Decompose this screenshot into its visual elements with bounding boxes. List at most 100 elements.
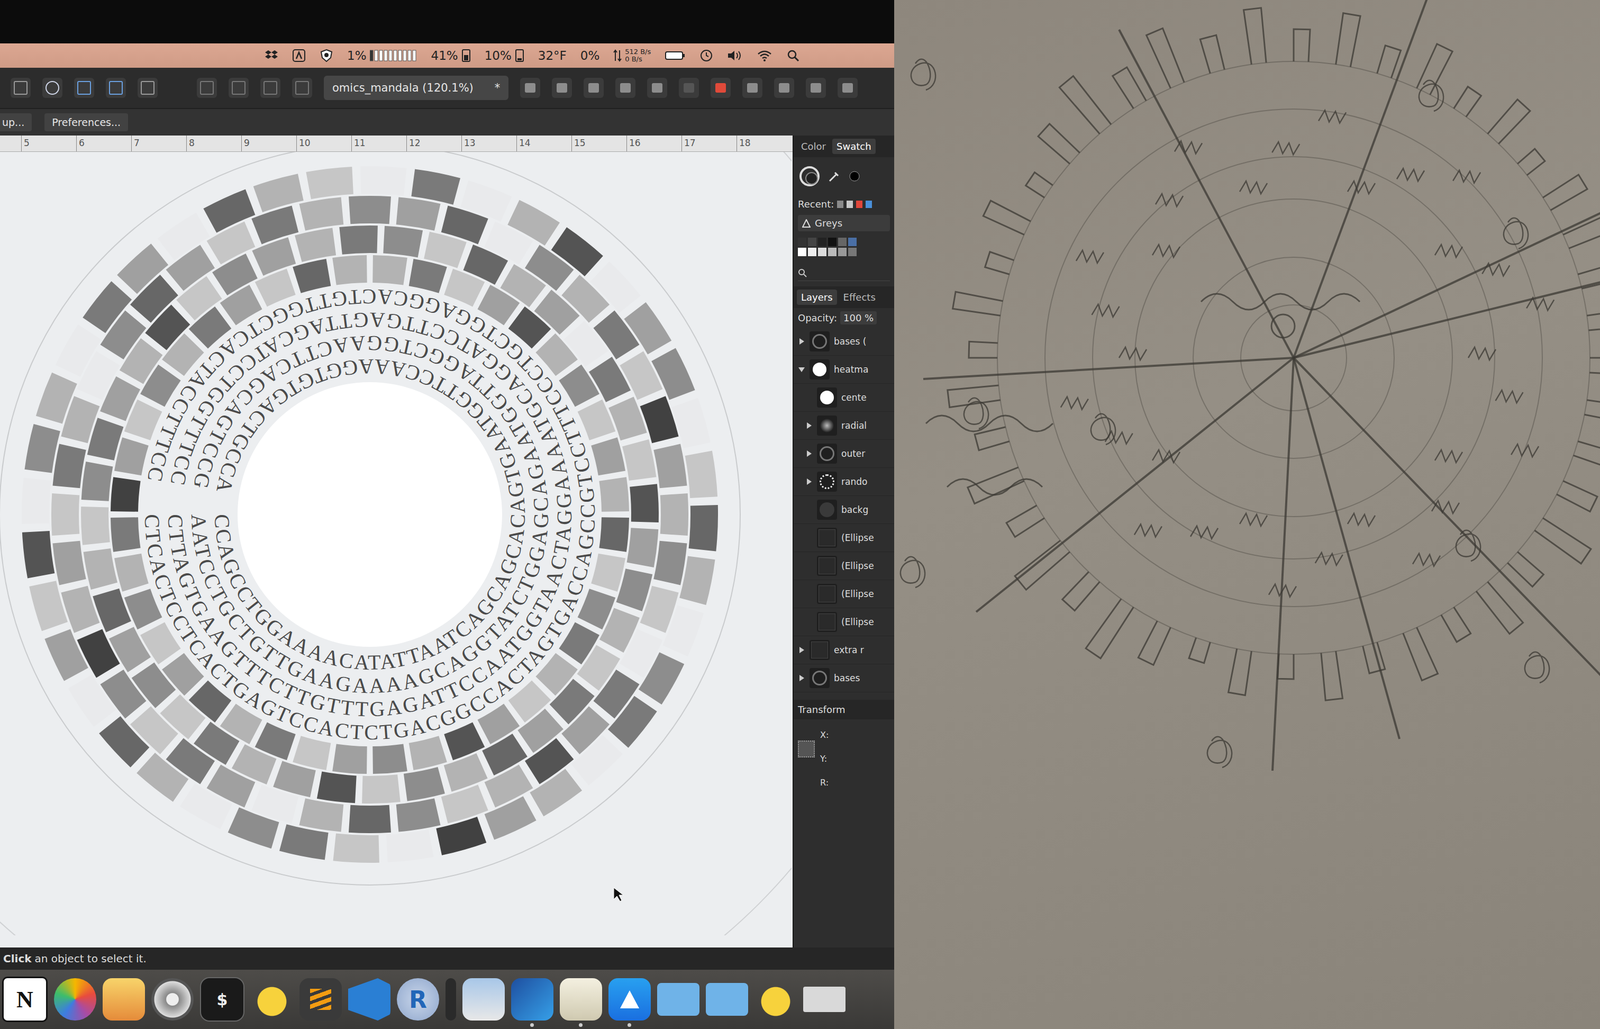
- expand-triangle-icon[interactable]: [799, 338, 805, 345]
- layer-row[interactable]: cente: [793, 383, 895, 412]
- layer-row[interactable]: bases: [793, 664, 895, 693]
- document-canvas[interactable]: CTCACTCCTCACTGAGTCCACTCTGACGGCCACTAGTGAC…: [0, 151, 793, 948]
- swatch[interactable]: [828, 247, 837, 257]
- swatch[interactable]: [838, 237, 847, 247]
- toolbar-tool-icon[interactable]: [678, 77, 699, 98]
- toolbar-tool-icon[interactable]: [260, 77, 281, 98]
- context-button[interactable]: up...: [0, 113, 32, 132]
- panel-tab[interactable]: Layers: [796, 289, 838, 305]
- layer-row[interactable]: heatma: [793, 355, 895, 384]
- swatch[interactable]: [797, 237, 807, 247]
- vscode-app-icon[interactable]: [348, 977, 391, 1021]
- swatch[interactable]: [828, 237, 837, 247]
- photos-app-icon[interactable]: [53, 977, 97, 1021]
- toolbar-tool-icon[interactable]: [10, 77, 31, 98]
- anchor-grid-icon[interactable]: [797, 740, 815, 758]
- opacity-value[interactable]: 100 %: [840, 311, 877, 325]
- preview-app-icon[interactable]: [462, 977, 505, 1021]
- toolbar-tool-icon[interactable]: [742, 77, 763, 98]
- toolbar-tool-icon[interactable]: [74, 77, 95, 98]
- toolbar-tool-icon[interactable]: [137, 77, 158, 98]
- layer-tabs: LayersEffects: [793, 286, 895, 308]
- recent-swatch[interactable]: [856, 200, 863, 208]
- toolbar-tool-icon[interactable]: [105, 77, 126, 98]
- toolbar-tool-icon[interactable]: [615, 77, 636, 98]
- swatch[interactable]: [817, 237, 827, 247]
- toolbar-tool-icon[interactable]: [196, 77, 217, 98]
- swatch[interactable]: [807, 237, 817, 247]
- folder-app-icon[interactable]: [657, 982, 700, 1016]
- layer-row[interactable]: outer: [793, 439, 895, 468]
- collapse-triangle-icon[interactable]: [798, 367, 805, 372]
- toolbar-tool-icon[interactable]: [774, 77, 795, 98]
- r-app-icon[interactable]: R: [396, 977, 440, 1021]
- tool-glyph-icon: [810, 83, 822, 93]
- duck-app-icon[interactable]: [250, 977, 294, 1021]
- panel-tab[interactable]: Effects: [839, 289, 880, 305]
- textedit-app-icon[interactable]: [559, 977, 603, 1021]
- expand-triangle-icon[interactable]: [806, 422, 812, 429]
- toolbar-tool-icon[interactable]: [551, 77, 572, 98]
- toolbar-tool-icon[interactable]: [228, 77, 249, 98]
- network-speed[interactable]: 512 B/s0 B/s: [613, 48, 651, 63]
- recent-swatch[interactable]: [837, 200, 844, 208]
- toolbar-tool-icon[interactable]: [42, 77, 63, 98]
- layer-row[interactable]: bases (: [793, 327, 895, 356]
- toolbar-tool-icon[interactable]: [805, 77, 826, 98]
- sketch-bar: [1476, 581, 1523, 634]
- document-tab[interactable]: omics_mandala (120.1%)*: [323, 75, 509, 100]
- disk-app-icon[interactable]: [151, 977, 194, 1021]
- swatch[interactable]: [838, 247, 847, 257]
- context-button[interactable]: Preferences...: [44, 113, 129, 132]
- toolbar-tool-icon[interactable]: [583, 77, 604, 98]
- swatch[interactable]: [797, 247, 807, 257]
- toolbar-tool-icon[interactable]: [520, 77, 541, 98]
- status-item[interactable]: 10%: [484, 48, 525, 63]
- sketch-zigzag: [1434, 449, 1463, 463]
- swatch[interactable]: [807, 247, 817, 257]
- swatch[interactable]: [817, 247, 827, 257]
- layer-row[interactable]: (Ellipse: [793, 523, 895, 552]
- recent-swatch[interactable]: [846, 200, 853, 208]
- toolbar-tool-icon[interactable]: [292, 77, 313, 98]
- recent-swatch[interactable]: [865, 200, 872, 208]
- swatch[interactable]: [848, 247, 857, 257]
- expand-triangle-icon[interactable]: [799, 646, 805, 653]
- layer-row[interactable]: (Ellipse: [793, 551, 895, 580]
- swatch[interactable]: [848, 237, 857, 247]
- music-app-icon[interactable]: [102, 977, 145, 1021]
- layer-row[interactable]: backg: [793, 495, 895, 524]
- layer-row[interactable]: extra r: [793, 635, 895, 665]
- sublime-app-icon[interactable]: [299, 977, 342, 1021]
- sketch-bar: [1025, 172, 1053, 198]
- ruler-tick: 6: [76, 135, 132, 152]
- downloads-app-icon[interactable]: [705, 982, 749, 1016]
- toolbar-tool-icon[interactable]: [837, 77, 858, 98]
- toolbar-tool-icon[interactable]: [647, 77, 668, 98]
- panel-tab[interactable]: Swatch: [832, 138, 876, 154]
- status-item[interactable]: 1%: [347, 48, 418, 63]
- palette-dropdown[interactable]: Greys: [797, 214, 890, 232]
- appstore-app-icon[interactable]: [608, 977, 651, 1021]
- layer-row[interactable]: rando: [793, 467, 895, 496]
- layer-row[interactable]: (Ellipse: [793, 607, 895, 636]
- panel-tab[interactable]: Color: [796, 138, 831, 154]
- notion-app-icon[interactable]: N: [2, 976, 48, 1022]
- layer-row[interactable]: radial: [793, 411, 895, 440]
- status-item[interactable]: 0%: [580, 48, 600, 63]
- layer-search[interactable]: [797, 265, 890, 281]
- designer-app-icon[interactable]: [511, 977, 554, 1021]
- status-item[interactable]: 32°F: [538, 48, 567, 63]
- status-item[interactable]: 41%: [431, 48, 471, 63]
- terminal-app-icon[interactable]: $: [200, 976, 245, 1022]
- expand-triangle-icon[interactable]: [806, 450, 812, 457]
- heatmap-cell: [590, 261, 641, 313]
- expand-triangle-icon[interactable]: [799, 674, 805, 681]
- toolbar-tool-icon[interactable]: [710, 77, 731, 98]
- layer-row[interactable]: (Ellipse: [793, 579, 895, 608]
- duck-app-icon[interactable]: [754, 977, 797, 1021]
- window-app-icon[interactable]: [803, 986, 846, 1012]
- opacity-control[interactable]: Opacity:100 %: [793, 307, 895, 328]
- expand-triangle-icon[interactable]: [806, 478, 812, 485]
- bar-app-icon[interactable]: [445, 977, 457, 1021]
